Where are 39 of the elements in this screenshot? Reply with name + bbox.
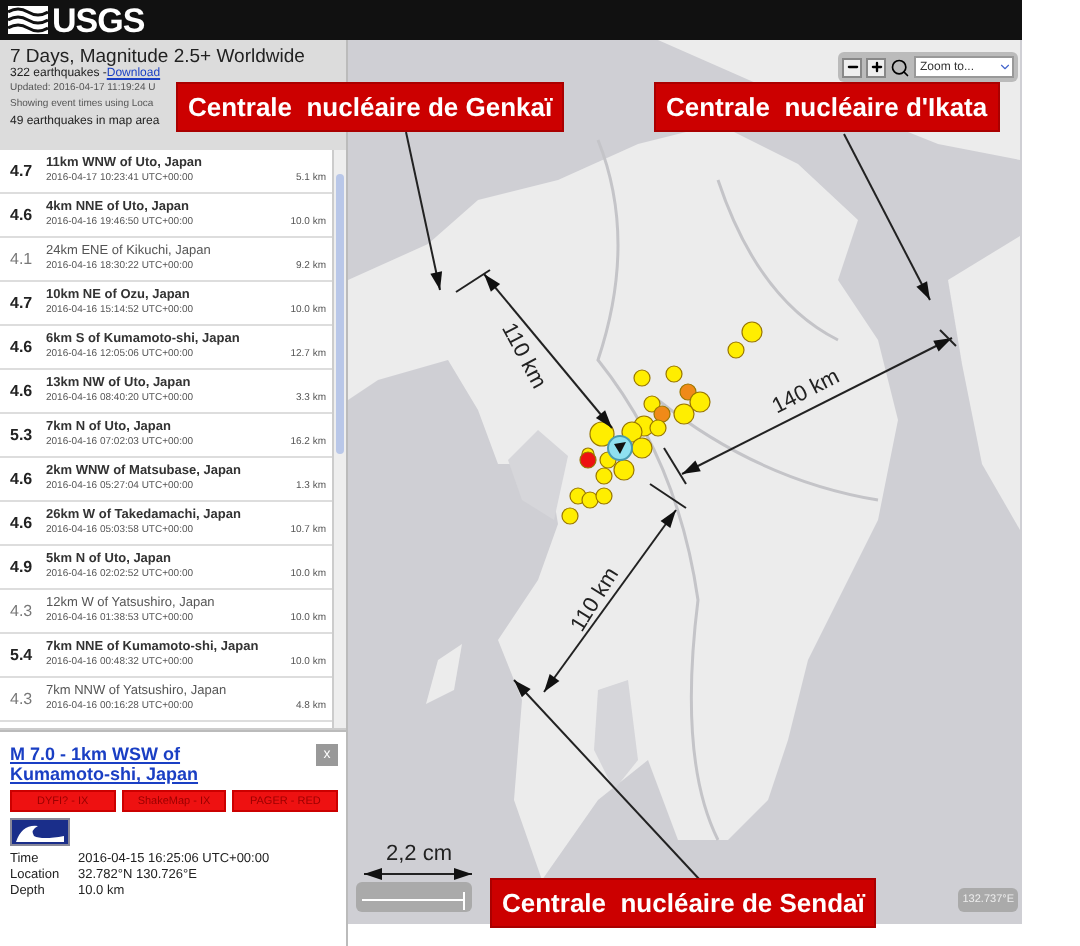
bay — [594, 680, 638, 790]
magnitude: 4.6 — [10, 470, 35, 488]
caret-icon — [998, 60, 1012, 74]
magnitude: 4.6 — [10, 206, 35, 224]
island — [426, 644, 462, 704]
zoom-out-button[interactable] — [842, 57, 862, 77]
feed-title: 7 Days, Magnitude 2.5+ Worldwide — [10, 46, 307, 68]
minus-icon — [845, 60, 859, 74]
tsunami-wave-icon — [10, 818, 70, 846]
plant-callout: Centrale nucléaire de Genkaï — [176, 82, 565, 132]
magnitude: 4.3 — [10, 690, 35, 708]
logo-waves-icon — [8, 6, 48, 34]
plant-callout: Centrale nucléaire de Sendaï — [490, 878, 877, 928]
distance-label: 110 km — [496, 319, 551, 393]
magnitude: 4.7 — [10, 162, 35, 180]
scale-bar — [356, 882, 472, 912]
magnitude: 4.6 — [10, 338, 35, 356]
distance-label: 110 km — [566, 563, 625, 637]
extension-line — [455, 269, 491, 293]
event-title-link[interactable]: M 7.0 - 1km WSW of Kumamoto-shi, Japan — [10, 744, 250, 784]
scale-measure-label: 2,2 cm — [386, 842, 453, 866]
distance-label: 140 km — [768, 364, 844, 420]
bay — [508, 430, 568, 520]
plant-callout: Centrale nucléaire d'Ikata — [654, 82, 1000, 132]
magnitude: 4.3 — [10, 602, 35, 620]
magnitude: 4.6 — [10, 382, 35, 400]
magnitude: 5.3 — [10, 426, 35, 444]
zoom-in-button[interactable] — [866, 57, 886, 77]
plus-icon — [869, 60, 883, 74]
extension-line — [939, 329, 957, 347]
logo-text[interactable]: USGS — [52, 3, 145, 37]
magnitude: 4.7 — [10, 294, 35, 312]
scrollbar[interactable] — [332, 150, 346, 728]
magnitude: 4.6 — [10, 514, 35, 532]
dimension-arrow — [363, 868, 473, 880]
magnitude: 5.4 — [10, 646, 35, 664]
magnitude: 4.9 — [10, 558, 35, 576]
magnitude: 4.1 — [10, 250, 35, 268]
search-icon[interactable] — [890, 57, 910, 77]
